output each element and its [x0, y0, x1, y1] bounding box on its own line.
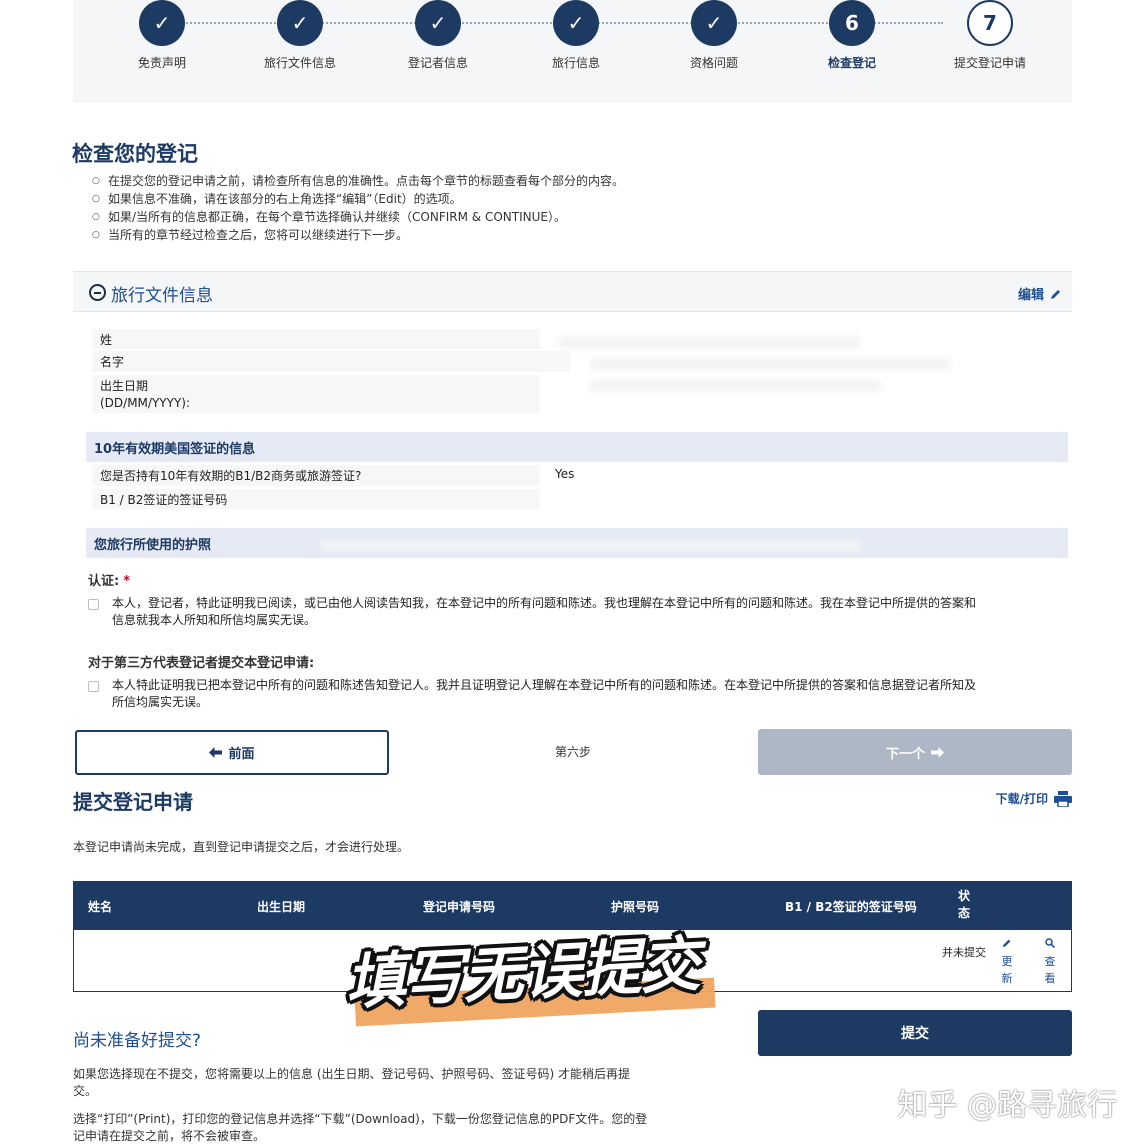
arrow-right-icon	[931, 746, 944, 758]
overlay-caption-text: 填写无误提交	[343, 929, 701, 1019]
download-print-link[interactable]: 下载/打印	[996, 790, 1072, 807]
column-header-status: 状态	[958, 889, 971, 920]
redacted-value	[590, 358, 950, 370]
step-7: 7 提交登记申请	[930, 0, 1050, 71]
incomplete-note: 本登记申请尚未完成，直到登记申请提交之后，才会进行处理。	[73, 840, 410, 854]
list-item: 当所有的章节经过检查之后，您将可以继续进行下一步。	[92, 226, 624, 244]
column-header-visa-number: B1 / B2签证的签证号码	[785, 900, 917, 914]
step-1[interactable]: ✓ 免责声明	[102, 0, 222, 71]
page-title: 检查您的登记	[72, 142, 198, 166]
step-label: 免责声明	[137, 56, 186, 70]
field-surname-label: 姓	[92, 329, 540, 349]
dob-label-line1: 出生日期	[100, 379, 149, 393]
step-6-current[interactable]: 6 检查登记	[792, 0, 912, 71]
not-ready-paragraph-1: 如果您选择现在不提交，您将需要以上的信息 (出生日期、登记号码、护照号码、签证号…	[73, 1067, 630, 1098]
edit-link[interactable]: 编辑	[1018, 284, 1062, 303]
check-icon: ✓	[691, 0, 737, 46]
redacted-value	[560, 336, 860, 348]
certification-label: 认证: *	[88, 570, 130, 589]
step-label: 提交登记申请	[953, 56, 1026, 70]
step-label: 检查登记	[827, 56, 876, 70]
next-label: 下一个	[885, 746, 925, 762]
step-2[interactable]: ✓ 旅行文件信息	[240, 0, 360, 71]
column-header-passport-number: 护照号码	[611, 900, 660, 914]
step-label: 登记者信息	[407, 56, 468, 70]
column-header-application-number: 登记申请号码	[423, 900, 496, 914]
step-label: 旅行文件信息	[263, 56, 336, 70]
not-ready-paragraph-2: 选择“打印”(Print)，打印您的登记信息并选择“下载”(Download)，…	[73, 1112, 648, 1143]
third-party-label: 对于第三方代表登记者提交本登记申请:	[88, 656, 315, 671]
redacted-value	[320, 540, 860, 552]
not-ready-title: 尚未准备好提交?	[73, 1031, 202, 1051]
step-label: 资格问题	[689, 56, 738, 70]
collapse-icon[interactable]	[89, 284, 106, 301]
pencil-icon	[1051, 289, 1060, 299]
redacted-value	[590, 380, 880, 392]
section-header-travel-docs[interactable]: 旅行文件信息 编辑	[73, 271, 1072, 312]
required-mark: *	[123, 574, 131, 589]
progress-stepper: ✓ 免责声明 ✓ 旅行文件信息 ✓ 登记者信息 ✓ 旅行信息 ✓ 资格问题 6 …	[73, 0, 1072, 103]
update-label: 更新	[1001, 955, 1013, 985]
printer-icon	[1054, 790, 1072, 807]
check-icon: ✓	[553, 0, 599, 46]
edit-label: 编辑	[1017, 288, 1044, 303]
view-label: 查看	[1044, 955, 1056, 985]
status-value: 并未提交	[942, 946, 986, 959]
list-item: 在提交您的登记申请之前，请检查所有信息的准确性。点击每个章节的标题查看每个部分的…	[92, 172, 624, 190]
previous-label: 前面	[228, 747, 255, 762]
self-certification-checkbox[interactable]	[88, 599, 99, 610]
column-header-name: 姓名	[88, 900, 113, 914]
submit-button[interactable]: 提交	[758, 1010, 1072, 1056]
step-3[interactable]: ✓ 登记者信息	[378, 0, 498, 71]
check-icon: ✓	[139, 0, 185, 46]
step-number: 7	[967, 0, 1013, 46]
submit-section-title: 提交登记申请	[73, 790, 193, 814]
visa-info-heading: 10年有效期美国签证的信息	[86, 432, 1068, 462]
third-party-text: 本人特此证明我已把本登记中所有的问题和陈述告知登记人。我并且证明登记人理解在本登…	[112, 678, 977, 709]
dob-label-line2: (DD/MM/YYYY):	[100, 396, 190, 410]
visa-answer-value: Yes	[555, 467, 575, 481]
step-number: 6	[829, 0, 875, 46]
column-header-dob: 出生日期	[257, 900, 306, 914]
list-item: 如果信息不准确，请在该部分的右上角选择“编辑”（Edit）的选项。	[92, 190, 624, 208]
view-action[interactable]: 查看	[1041, 936, 1059, 987]
update-action[interactable]: 更新	[998, 936, 1016, 987]
overlay-caption: 填写无误提交	[344, 925, 755, 1027]
list-item: 如果/当所有的信息都正确，在每个章节选择确认并继续（CONFIRM & CONT…	[92, 208, 624, 226]
step-label: 旅行信息	[551, 56, 600, 70]
section-title[interactable]: 旅行文件信息	[111, 281, 213, 306]
next-button[interactable]: 下一个	[758, 729, 1072, 775]
watermark: 知乎 @路寻旅行	[897, 1088, 1117, 1123]
visa-question-label: 您是否持有10年有效期的B1/B2商务或旅游签证?	[92, 465, 540, 486]
step-5[interactable]: ✓ 资格问题	[654, 0, 774, 71]
field-given-name-label: 名字	[92, 351, 570, 372]
magnifier-icon	[1045, 938, 1056, 949]
previous-button[interactable]: 前面	[75, 730, 389, 775]
instructions-list: 在提交您的登记申请之前，请检查所有信息的准确性。点击每个章节的标题查看每个部分的…	[92, 172, 624, 244]
step-4[interactable]: ✓ 旅行信息	[516, 0, 636, 71]
visa-number-label: B1 / B2签证的签证号码	[92, 489, 540, 509]
field-dob-label: 出生日期 (DD/MM/YYYY):	[92, 375, 540, 413]
certification-label-text: 认证:	[88, 574, 120, 589]
pencil-icon	[1002, 939, 1011, 948]
third-party-checkbox[interactable]	[88, 681, 99, 692]
check-icon: ✓	[277, 0, 323, 46]
step-indicator: 第六步	[555, 745, 592, 759]
check-icon: ✓	[415, 0, 461, 46]
download-print-label: 下载/打印	[995, 792, 1048, 806]
self-certification-text: 本人，登记者，特此证明我已阅读，或已由他人阅读告知我，在本登记中的所有问题和陈述…	[112, 596, 977, 627]
arrow-left-icon	[209, 747, 223, 758]
